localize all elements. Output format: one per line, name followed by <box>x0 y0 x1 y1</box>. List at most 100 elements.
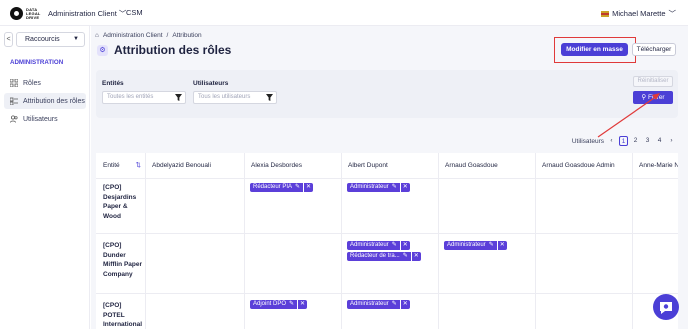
page-3[interactable]: 3 <box>643 136 652 146</box>
top-bar: DATA LEGAL DRIVE Administration Client ﹀… <box>0 0 688 26</box>
role-chip[interactable]: Administrateur ✎ ✕ <box>347 183 410 192</box>
role-label: Administrateur <box>350 242 389 248</box>
role-table: Entité ⇅ Abdelyazid Benouali Alexia Desb… <box>96 153 678 329</box>
table-row: [CPO] Dunder Mifflin Paper Company Admin… <box>96 235 678 294</box>
remove-icon[interactable]: ✕ <box>400 183 410 192</box>
page-title: Attribution des rôles <box>114 43 232 57</box>
column-header-user: Abdelyazid Benouali <box>145 153 244 179</box>
role-label: Rédacteur de tra... <box>350 253 400 259</box>
users-select[interactable]: Tous les utilisateurs <box>193 91 277 104</box>
edit-icon[interactable]: ✎ <box>295 183 300 192</box>
sidebar-item-role-assignment[interactable]: Attribution des rôles <box>4 93 86 109</box>
sort-icon[interactable]: ⇅ <box>135 162 140 169</box>
shortcuts-label: Raccourcis <box>25 36 60 43</box>
role-label: Administrateur <box>350 301 389 307</box>
entities-filter-label: Entités <box>102 80 124 87</box>
table-row: [CPO] POTEL International Adjoint DPO ✎ ✕… <box>96 295 678 329</box>
role-label: Rédacteur PIA <box>253 184 293 190</box>
entity-name[interactable]: [CPO] POTEL International <box>103 301 143 329</box>
prev-page-icon[interactable]: ‹ <box>607 136 616 146</box>
sidebar-item-label: Rôles <box>23 79 41 87</box>
page-4[interactable]: 4 <box>655 136 664 146</box>
role-chip[interactable]: Rédacteur de tra... ✎ ✕ <box>347 252 421 261</box>
remove-icon[interactable]: ✕ <box>400 241 410 250</box>
remove-icon[interactable]: ✕ <box>411 252 421 261</box>
user-menu[interactable]: Michael Marette ﹀ <box>601 8 676 19</box>
collapse-sidebar-button[interactable]: < <box>4 32 13 47</box>
grid-icon <box>10 79 18 87</box>
breadcrumb-separator: / <box>166 32 169 39</box>
entity-name[interactable]: [CPO] Dunder Mifflin Paper Company <box>103 241 143 279</box>
edit-icon[interactable]: ✎ <box>392 241 397 250</box>
column-header-user: Arnaud Goasdoue <box>438 153 535 179</box>
remove-icon[interactable]: ✕ <box>304 183 314 192</box>
app-logo[interactable]: DATA LEGAL DRIVE <box>10 6 50 21</box>
settings-icon: ⚙ <box>97 44 108 56</box>
chevron-down-icon: ▼ <box>73 36 79 42</box>
entities-placeholder: Toutes les entités <box>107 94 154 100</box>
pagination-label: Utilisateurs <box>571 137 604 145</box>
reset-filters-button[interactable]: Réinitialiser <box>633 76 673 87</box>
column-header-user: Anne-Marie N <box>632 153 678 179</box>
pagination: Utilisateurs ‹ 1 2 3 4 › <box>572 136 676 146</box>
role-chip[interactable]: Adjoint DPO ✎ ✕ <box>250 300 308 309</box>
role-label: Adjoint DPO <box>253 301 287 307</box>
shortcuts-dropdown[interactable]: Raccourcis ▼ <box>16 32 85 47</box>
download-button[interactable]: Télécharger <box>632 43 676 56</box>
flag-icon <box>601 10 610 17</box>
page-1[interactable]: 1 <box>619 136 628 146</box>
role-label: Administrateur <box>350 184 389 190</box>
entity-name[interactable]: [CPO] Desjardins Paper & Wood <box>103 183 143 221</box>
role-chip[interactable]: Administrateur ✎ ✕ <box>444 241 507 250</box>
table-row: [CPO] Desjardins Paper & Wood Rédacteur … <box>96 179 678 234</box>
column-header-user: Alexia Desbordes <box>244 153 341 179</box>
edit-icon[interactable]: ✎ <box>392 300 397 309</box>
breadcrumb-current: Attribution <box>172 32 202 39</box>
edit-icon[interactable]: ✎ <box>489 241 494 250</box>
users-placeholder: Tous les utilisateurs <box>198 94 251 100</box>
page-2[interactable]: 2 <box>631 136 640 146</box>
role-chip[interactable]: Administrateur ✎ ✕ <box>347 241 410 250</box>
user-name: Michael Marette <box>612 9 666 18</box>
breadcrumb-home[interactable]: Administration Client <box>103 32 163 39</box>
remove-icon[interactable]: ✕ <box>497 241 507 250</box>
bulk-edit-button[interactable]: Modifier en masse <box>561 43 628 56</box>
entities-select[interactable]: Toutes les entités <box>102 91 186 104</box>
sidebar-item-label: Utilisateurs <box>23 115 58 123</box>
assignment-icon <box>10 97 18 105</box>
funnel-icon <box>175 94 182 101</box>
client-menu[interactable]: Administration Client ﹀ <box>48 8 126 19</box>
sidebar-item-roles[interactable]: Rôles <box>4 75 86 91</box>
column-header-user: Albert Dupont <box>341 153 438 179</box>
breadcrumb: ⌂ Administration Client / Attribution <box>95 32 202 39</box>
role-label: Administrateur <box>447 242 486 248</box>
sidebar-item-users[interactable]: Utilisateurs <box>4 111 86 127</box>
sidebar-item-label: Attribution des rôles <box>23 97 85 105</box>
annotation-arrow <box>597 93 660 138</box>
main-content: ⌂ Administration Client / Attribution ⚙ … <box>91 26 688 329</box>
help-chat-button[interactable] <box>653 294 679 320</box>
csm-link[interactable]: CSM <box>126 8 143 17</box>
chevron-down-icon: ﹀ <box>668 9 677 18</box>
next-page-icon[interactable]: › <box>667 136 676 146</box>
edit-icon[interactable]: ✎ <box>403 252 408 261</box>
role-chip[interactable]: Administrateur ✎ ✕ <box>347 300 410 309</box>
logo-icon <box>10 7 23 20</box>
column-header-user: Arnaud Goasdoue Admin <box>535 153 632 179</box>
role-chip[interactable]: Rédacteur PIA ✎ ✕ <box>250 183 314 192</box>
remove-icon[interactable]: ✕ <box>400 300 410 309</box>
title-row: ⚙ Attribution des rôles <box>97 43 231 57</box>
logo-text: DATA LEGAL DRIVE <box>26 6 41 20</box>
users-icon <box>10 115 18 123</box>
sidebar: < Raccourcis ▼ ADMINISTRATION Rôles Attr… <box>0 26 90 329</box>
column-header-label: Entité <box>103 162 120 169</box>
edit-icon[interactable]: ✎ <box>392 183 397 192</box>
remove-icon[interactable]: ✕ <box>298 300 308 309</box>
sidebar-section-title: ADMINISTRATION <box>10 59 64 66</box>
client-menu-label: Administration Client <box>48 9 117 18</box>
users-filter-label: Utilisateurs <box>193 80 229 87</box>
funnel-icon <box>266 94 273 101</box>
column-header-entity[interactable]: Entité ⇅ <box>96 153 145 179</box>
home-icon: ⌂ <box>95 32 99 39</box>
edit-icon[interactable]: ✎ <box>289 300 294 309</box>
